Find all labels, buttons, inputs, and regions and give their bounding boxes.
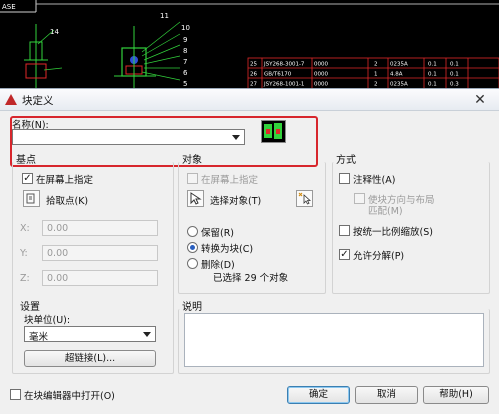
close-button[interactable]: ✕ (470, 92, 490, 108)
cad-drawing-area[interactable]: 14 11 10 9 8 7 6 5 ASE 25 JSY268-3001-7 … (0, 0, 499, 90)
bom-cell: 0.1 (428, 72, 437, 78)
base-specify-on-screen-checkbox[interactable]: ✓ (22, 173, 33, 184)
bom-cell: 25 (250, 62, 257, 68)
y-label: Y: (20, 248, 28, 259)
bom-cell: 0.1 (450, 72, 459, 78)
bom-cell: 0000 (314, 72, 328, 78)
allow-exploding-label: 允许分解(P) (353, 251, 405, 262)
autocad-logo-icon (5, 94, 17, 105)
callout-label: 9 (183, 36, 187, 44)
bom-cell: 0000 (314, 82, 328, 88)
bom-cell: 0000 (314, 62, 328, 68)
open-in-block-editor-checkbox[interactable] (10, 389, 21, 400)
ok-button[interactable]: 确定 (287, 386, 350, 404)
y-coordinate-input[interactable]: 0.00 (42, 245, 158, 261)
block-definition-dialog: 块定义 ✕ 名称(N): 基点 ✓ 在屏幕上指定 拾取点(K) X: 0.00 … (0, 88, 499, 414)
allow-exploding-checkbox[interactable]: ✓ (339, 249, 350, 260)
bom-cell: 0.1 (428, 62, 437, 68)
bom-cell: 4.8A (390, 72, 403, 78)
bom-cell: JSY268-1001-1 (263, 82, 304, 88)
cad-drawing: 14 11 10 9 8 7 6 5 ASE 25 JSY268-3001-7 … (0, 0, 499, 90)
bom-cell: 0235A (390, 82, 408, 88)
objects-specify-on-screen-label: 在屏幕上指定 (201, 175, 259, 186)
block-preview (261, 120, 286, 143)
bom-cell: JSY268-3001-7 (263, 62, 305, 68)
select-objects-button[interactable]: 选择对象(T) (210, 193, 261, 207)
annotative-label: 注释性(A) (353, 175, 396, 186)
match-orientation-label-line2: 匹配(M) (368, 206, 403, 217)
callout-label: 11 (160, 12, 169, 20)
quick-select-button[interactable] (296, 190, 313, 207)
z-coordinate-input[interactable]: 0.00 (42, 270, 158, 286)
pick-point-button[interactable]: 拾取点(K) (46, 193, 88, 207)
description-textarea[interactable] (184, 313, 484, 367)
annotative-checkbox[interactable] (339, 173, 350, 184)
block-preview-icon (264, 123, 282, 139)
block-units-select[interactable]: 毫米 (24, 326, 156, 343)
select-objects-icon-button[interactable] (187, 190, 204, 207)
callout-label: 6 (183, 69, 188, 77)
retain-radio[interactable] (187, 226, 198, 237)
open-in-block-editor-label: 在块编辑器中打开(O) (24, 391, 115, 402)
quick-select-icon (298, 192, 312, 205)
block-units-label: 块单位(U): (24, 315, 71, 326)
chevron-down-icon (232, 135, 240, 140)
convert-to-block-radio[interactable] (187, 242, 198, 253)
x-coordinate-input[interactable]: 0.00 (42, 220, 158, 236)
pick-point-icon-button[interactable] (23, 190, 40, 207)
bom-cell: 0.1 (450, 62, 459, 68)
bom-cell: 1 (374, 72, 378, 78)
name-combobox[interactable] (12, 129, 245, 145)
bom-cell: 2 (374, 82, 378, 88)
match-orientation-checkbox[interactable] (354, 193, 365, 204)
chevron-down-icon (143, 332, 151, 337)
scale-uniformly-checkbox[interactable] (339, 225, 350, 236)
base-specify-on-screen-label: 在屏幕上指定 (36, 175, 94, 186)
cancel-button[interactable]: 取消 (355, 386, 418, 404)
dialog-title: 块定义 (22, 95, 54, 107)
scale-uniformly-label: 按统一比例缩放(S) (353, 227, 433, 238)
callout-label: 5 (183, 80, 187, 88)
bom-cell: 0235A (390, 62, 408, 68)
hyperlink-button[interactable]: 超链接(L)... (24, 350, 156, 367)
bom-cell: 27 (250, 82, 257, 88)
delete-radio[interactable] (187, 258, 198, 269)
callout-label: 7 (183, 58, 187, 66)
cad-corner-label: ASE (2, 3, 16, 11)
objects-specify-on-screen-checkbox[interactable] (187, 173, 198, 184)
z-label: Z: (20, 273, 30, 284)
x-label: X: (20, 223, 30, 234)
help-button[interactable]: 帮助(H) (423, 386, 489, 404)
callout-label: 10 (181, 24, 190, 32)
bom-cell: 2 (374, 62, 378, 68)
dialog-title-bar[interactable]: 块定义 ✕ (0, 89, 499, 111)
callout-label: 14 (50, 28, 59, 36)
bom-cell: 26 (250, 72, 257, 78)
callout-label: 8 (183, 47, 187, 55)
bom-cell: 0.1 (428, 82, 437, 88)
convert-to-block-label: 转换为块(C) (201, 244, 254, 255)
selected-count-text: 已选择 29 个对象 (213, 273, 289, 284)
bom-cell: GB/T6170 (264, 72, 292, 78)
bom-cell: 0.3 (450, 82, 459, 88)
block-units-value: 毫米 (29, 332, 49, 343)
delete-label: 删除(D) (201, 260, 235, 271)
pick-point-icon (26, 193, 35, 204)
settings-group-title: 设置 (20, 302, 40, 313)
retain-label: 保留(R) (201, 228, 235, 239)
select-objects-icon (190, 192, 202, 205)
